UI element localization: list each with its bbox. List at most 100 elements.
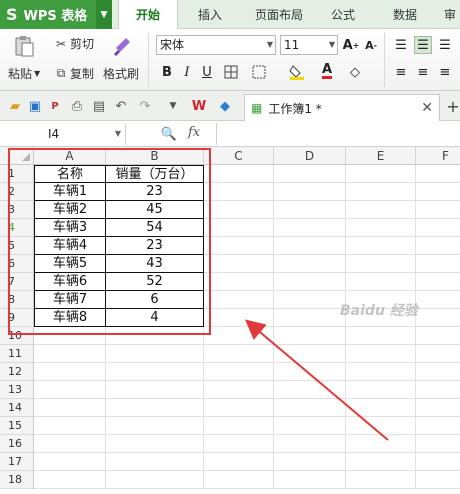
- row-header-15[interactable]: 15: [0, 417, 34, 435]
- cell-f2[interactable]: [416, 183, 460, 201]
- row-header-5[interactable]: 5: [0, 237, 34, 255]
- cell-c8[interactable]: [204, 291, 274, 309]
- increase-font-icon[interactable]: A +: [342, 36, 360, 54]
- align-left-icon[interactable]: ≡: [392, 63, 410, 81]
- cell-f12[interactable]: [416, 363, 460, 381]
- cell-d6[interactable]: [274, 255, 346, 273]
- cell-b2[interactable]: 23: [106, 183, 204, 201]
- cell-b13[interactable]: [106, 381, 204, 399]
- row-header-7[interactable]: 7: [0, 273, 34, 291]
- font-size-select[interactable]: 11 ▼: [280, 35, 338, 55]
- cell-a6[interactable]: 车辆5: [34, 255, 106, 273]
- cell-f5[interactable]: [416, 237, 460, 255]
- cell-d17[interactable]: [274, 453, 346, 471]
- cell-e16[interactable]: [346, 435, 416, 453]
- cell-f10[interactable]: [416, 327, 460, 345]
- cell-a13[interactable]: [34, 381, 106, 399]
- cell-f16[interactable]: [416, 435, 460, 453]
- align-right-icon[interactable]: ≡: [436, 63, 454, 81]
- align-bottom-icon[interactable]: ☰: [436, 36, 454, 54]
- row-header-14[interactable]: 14: [0, 399, 34, 417]
- cell-b11[interactable]: [106, 345, 204, 363]
- cell-b14[interactable]: [106, 399, 204, 417]
- cell-b5[interactable]: 23: [106, 237, 204, 255]
- clear-format-icon[interactable]: ◇: [346, 63, 364, 81]
- tab-home[interactable]: 开始: [118, 0, 178, 29]
- cell-f3[interactable]: [416, 201, 460, 219]
- cell-a7[interactable]: 车辆6: [34, 273, 106, 291]
- cell-c4[interactable]: [204, 219, 274, 237]
- zoom-formula-icon[interactable]: 🔍: [160, 125, 178, 143]
- align-top-icon[interactable]: ☰: [392, 36, 410, 54]
- align-middle-icon[interactable]: ☰: [414, 36, 432, 54]
- cell-a8[interactable]: 车辆7: [34, 291, 106, 309]
- cell-b18[interactable]: [106, 471, 204, 489]
- column-header-b[interactable]: B: [106, 147, 204, 165]
- app-menu-button[interactable]: S WPS 表格 ▼: [0, 0, 112, 29]
- align-center-icon[interactable]: ≡: [414, 63, 432, 81]
- select-all-corner[interactable]: [0, 147, 34, 165]
- cell-e17[interactable]: [346, 453, 416, 471]
- chevron-down-icon[interactable]: ▼: [96, 0, 112, 29]
- undo-icon[interactable]: ↶: [112, 97, 130, 115]
- tab-data[interactable]: 数据: [380, 0, 430, 29]
- column-header-d[interactable]: D: [274, 147, 346, 165]
- cell-d18[interactable]: [274, 471, 346, 489]
- cell-a17[interactable]: [34, 453, 106, 471]
- bold-icon[interactable]: B: [158, 63, 176, 81]
- row-header-6[interactable]: 6: [0, 255, 34, 273]
- borders-icon[interactable]: [222, 63, 240, 81]
- cell-b4[interactable]: 54: [106, 219, 204, 237]
- cell-d12[interactable]: [274, 363, 346, 381]
- cell-e1[interactable]: [346, 165, 416, 183]
- export-pdf-icon[interactable]: P: [46, 97, 64, 115]
- cell-e14[interactable]: [346, 399, 416, 417]
- cell-e3[interactable]: [346, 201, 416, 219]
- cell-d2[interactable]: [274, 183, 346, 201]
- cell-d10[interactable]: [274, 327, 346, 345]
- cell-e6[interactable]: [346, 255, 416, 273]
- open-folder-icon[interactable]: ▰: [6, 97, 24, 115]
- underline-icon[interactable]: U: [198, 63, 216, 81]
- new-tab-icon[interactable]: +: [444, 97, 460, 116]
- cell-f18[interactable]: [416, 471, 460, 489]
- cell-f7[interactable]: [416, 273, 460, 291]
- row-header-1[interactable]: 1: [0, 165, 34, 183]
- cell-a11[interactable]: [34, 345, 106, 363]
- cell-d11[interactable]: [274, 345, 346, 363]
- cell-c11[interactable]: [204, 345, 274, 363]
- cell-c1[interactable]: [204, 165, 274, 183]
- cell-c2[interactable]: [204, 183, 274, 201]
- cell-c7[interactable]: [204, 273, 274, 291]
- column-header-a[interactable]: A: [34, 147, 106, 165]
- cell-a5[interactable]: 车辆4: [34, 237, 106, 255]
- cell-a4[interactable]: 车辆3: [34, 219, 106, 237]
- cell-c15[interactable]: [204, 417, 274, 435]
- fx-icon[interactable]: fx: [188, 125, 200, 140]
- cell-e2[interactable]: [346, 183, 416, 201]
- cell-f13[interactable]: [416, 381, 460, 399]
- cube-icon[interactable]: ◆: [216, 97, 234, 115]
- cell-b9[interactable]: 4: [106, 309, 204, 327]
- row-header-3[interactable]: 3: [0, 201, 34, 219]
- tab-insert[interactable]: 插入: [184, 0, 236, 29]
- cell-a12[interactable]: [34, 363, 106, 381]
- cut-button[interactable]: ✂ 剪切: [52, 35, 94, 52]
- cell-b3[interactable]: 45: [106, 201, 204, 219]
- tab-more[interactable]: 审: [440, 0, 460, 29]
- cell-d8[interactable]: [274, 291, 346, 309]
- cell-b8[interactable]: 6: [106, 291, 204, 309]
- cell-d7[interactable]: [274, 273, 346, 291]
- cell-f6[interactable]: [416, 255, 460, 273]
- cell-a2[interactable]: 车辆1: [34, 183, 106, 201]
- row-header-10[interactable]: 10: [0, 327, 34, 345]
- cell-d15[interactable]: [274, 417, 346, 435]
- decrease-font-icon[interactable]: A-: [362, 36, 380, 54]
- cell-c18[interactable]: [204, 471, 274, 489]
- cell-c10[interactable]: [204, 327, 274, 345]
- cell-a9[interactable]: 车辆8: [34, 309, 106, 327]
- cell-f14[interactable]: [416, 399, 460, 417]
- fill-color-icon[interactable]: [288, 63, 306, 81]
- cell-d16[interactable]: [274, 435, 346, 453]
- print-icon[interactable]: ⎙: [68, 97, 86, 115]
